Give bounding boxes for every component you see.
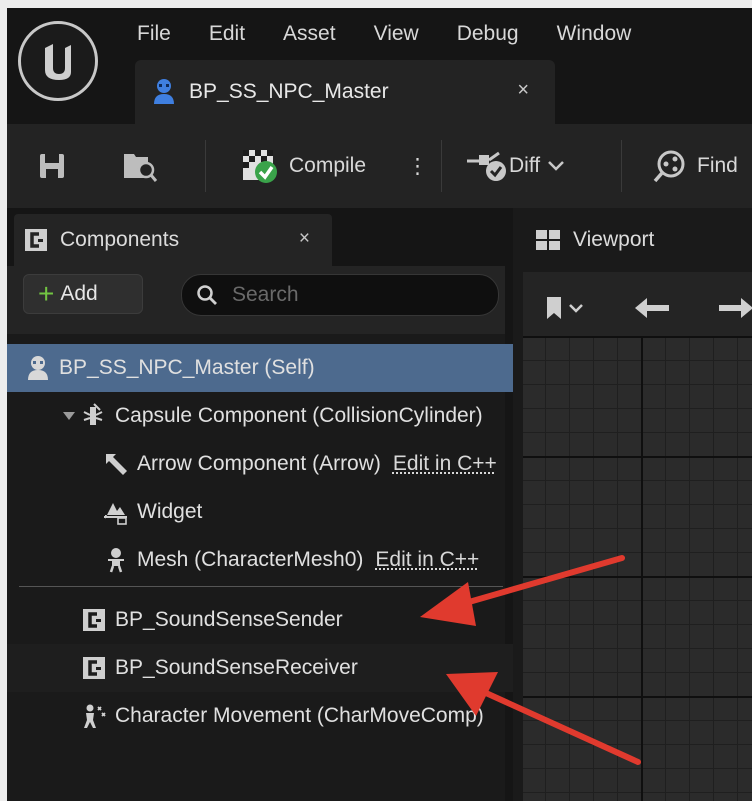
tree-item-self[interactable]: BP_SS_NPC_Master (Self): [7, 344, 523, 392]
search-input[interactable]: [230, 282, 474, 308]
document-tab[interactable]: BP_SS_NPC_Master ×: [135, 60, 555, 124]
chevron-down-icon: [548, 161, 565, 171]
toolbar-separator: [441, 140, 442, 192]
editor-window: File Edit Asset View Debug Window BP_SS_…: [7, 8, 752, 801]
skeletal-mesh-icon: [103, 547, 129, 573]
close-icon[interactable]: ×: [299, 228, 310, 250]
expand-arrow-icon[interactable]: [61, 403, 77, 429]
compile-label: Compile: [289, 154, 367, 177]
compile-options-button[interactable]: ⋮: [407, 124, 428, 208]
arrow-left-icon: [635, 298, 669, 318]
tab-components[interactable]: Components ×: [14, 214, 332, 266]
compile-button[interactable]: Compile: [241, 124, 366, 208]
diff-label: Diff: [509, 154, 541, 177]
tree-divider: [19, 586, 503, 587]
tree-item-sound-sense-sender[interactable]: BP_SoundSenseSender: [7, 596, 579, 644]
components-toolbar: + Add: [7, 266, 505, 334]
pawn-self-icon: [25, 355, 51, 381]
capsule-collision-icon: [81, 403, 107, 429]
add-component-button[interactable]: + Add: [23, 274, 143, 314]
toolbar-separator: [621, 140, 622, 192]
add-label: Add: [60, 282, 98, 305]
menu-file[interactable]: File: [137, 20, 171, 48]
unreal-logo[interactable]: [18, 21, 98, 101]
viewport-icon: [536, 230, 560, 250]
save-icon: [40, 154, 64, 178]
viewport-tab-label: Viewport: [573, 228, 655, 251]
widget-icon: [103, 499, 129, 525]
browse-folder-icon: [124, 154, 158, 182]
bookmark-icon: [547, 297, 583, 319]
tree-item-character-movement[interactable]: Character Movement (CharMoveComp): [7, 692, 579, 740]
menu-edit[interactable]: Edit: [209, 20, 245, 48]
diff-icon: [467, 151, 506, 181]
menu-debug[interactable]: Debug: [457, 20, 519, 48]
tree-item-label: BP_SoundSenseReceiver: [115, 656, 358, 679]
components-tab-label: Components: [60, 228, 180, 251]
actor-component-icon: [81, 607, 107, 633]
close-icon[interactable]: ×: [517, 79, 529, 102]
viewport-toolbar: [523, 272, 752, 344]
compile-status-icon: [243, 150, 277, 183]
components-tabstrip: Components ×: [7, 208, 505, 266]
tree-item-mesh[interactable]: Mesh (CharacterMesh0) Edit in C++: [7, 536, 601, 584]
tree-item-label: Capsule Component (CollisionCylinder): [115, 404, 483, 427]
tab-viewport[interactable]: Viewport: [513, 214, 752, 266]
components-panel: Components × + Add Search BP_SS_NPC_Mast…: [7, 208, 579, 801]
tree-item-label: BP_SS_NPC_Master (Self): [59, 356, 315, 379]
character-movement-icon: [81, 703, 107, 729]
viewport-panel: Viewport: [513, 208, 752, 801]
save-button[interactable]: [37, 124, 67, 208]
search-box[interactable]: [181, 274, 499, 316]
menu-view[interactable]: View: [374, 20, 419, 48]
find-label: Find: [697, 154, 738, 177]
browse-button[interactable]: [121, 124, 159, 208]
tree-item-label: Character Movement (CharMoveComp): [115, 704, 484, 727]
more-options-icon: ⋮: [407, 154, 428, 178]
tree-item-arrow[interactable]: Arrow Component (Arrow) Edit in C++: [7, 440, 601, 488]
toolbar-separator: [205, 140, 206, 192]
unreal-u-icon: [45, 44, 71, 80]
tree-item-label: Widget: [137, 500, 203, 523]
tree-item-widget[interactable]: Widget: [7, 488, 601, 536]
document-tab-label: BP_SS_NPC_Master: [189, 80, 389, 103]
tree-item-label: BP_SoundSenseSender: [115, 608, 343, 631]
asset-toolbar: Compile ⋮ Diff Find: [7, 124, 752, 208]
viewport-grid[interactable]: [523, 336, 752, 801]
plus-icon: +: [38, 278, 55, 309]
forward-button[interactable]: [715, 296, 752, 325]
menu-asset[interactable]: Asset: [283, 20, 336, 48]
edit-in-cpp-link[interactable]: Edit in C++: [393, 452, 497, 476]
diff-button[interactable]: Diff: [465, 124, 566, 208]
search-icon: [197, 285, 217, 305]
tree-item-capsule[interactable]: Capsule Component (CollisionCylinder): [7, 392, 559, 440]
arrow-right-icon: [719, 298, 752, 318]
edit-in-cpp-link[interactable]: Edit in C++: [375, 548, 479, 572]
blueprint-pawn-icon: [154, 79, 174, 104]
actor-component-icon: [81, 655, 107, 681]
back-button[interactable]: [633, 296, 673, 325]
title-bar: File Edit Asset View Debug Window BP_SS_…: [7, 8, 752, 124]
find-button[interactable]: Find: [651, 124, 738, 208]
bookmark-dropdown[interactable]: [543, 294, 589, 327]
menu-bar: File Edit Asset View Debug Window: [137, 20, 669, 48]
arrow-component-icon: [103, 451, 129, 477]
tree-item-label: Mesh (CharacterMesh0): [137, 548, 364, 571]
find-icon: [653, 150, 685, 183]
menu-window[interactable]: Window: [557, 20, 632, 48]
tree-item-sound-sense-receiver[interactable]: BP_SoundSenseReceiver: [7, 644, 579, 692]
component-icon: [25, 229, 47, 251]
tree-item-label: Arrow Component (Arrow): [137, 452, 381, 475]
